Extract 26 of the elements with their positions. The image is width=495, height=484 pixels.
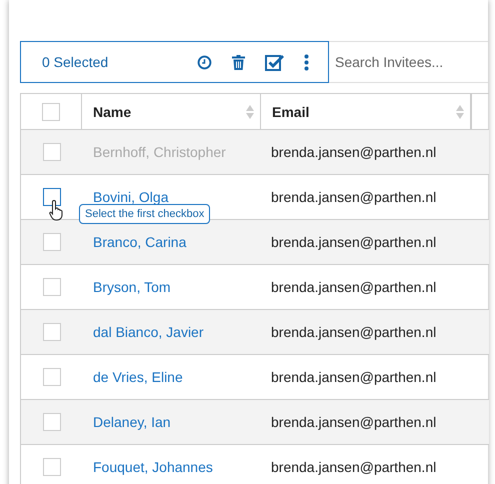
checked-box-icon[interactable] [265,54,284,70]
invitee-name[interactable]: Bovini, Olga [93,189,168,205]
trash-icon[interactable] [232,54,245,70]
clock-icon[interactable] [197,54,212,70]
row-checkbox[interactable] [42,188,60,206]
email-text: brenda.jansen@parthen.nl [271,189,436,205]
email-text: brenda.jansen@parthen.nl [271,369,436,385]
tooltip: Select the first checkbox [79,204,210,224]
search-field[interactable]: Search Invitees... [329,41,488,83]
invitee-name[interactable]: Fouquet, Johannes [93,459,213,475]
invitee-name[interactable]: dal Bianco, Javier [93,324,204,340]
select-all-checkbox[interactable] [42,102,60,120]
column-header[interactable]: Name [82,94,261,129]
more-icon[interactable] [304,54,309,70]
invitee-name[interactable]: Branco, Carina [93,234,186,250]
selected-count: 0 Selected [42,54,110,70]
invitee-name[interactable]: Bryson, Tom [93,279,171,295]
email-text: brenda.jansen@parthen.nl [271,324,436,340]
email-text: brenda.jansen@parthen.nl [271,234,436,250]
invitee-name[interactable]: de Vries, Eline [93,369,183,385]
column-header[interactable]: Email [261,94,471,129]
email-text: brenda.jansen@parthen.nl [271,414,436,430]
email-text: brenda.jansen@parthen.nl [271,459,436,475]
invitee-name[interactable]: Delaney, Ian [93,414,171,430]
email-text: brenda.jansen@parthen.nl [271,144,436,160]
email-text: brenda.jansen@parthen.nl [271,279,436,295]
